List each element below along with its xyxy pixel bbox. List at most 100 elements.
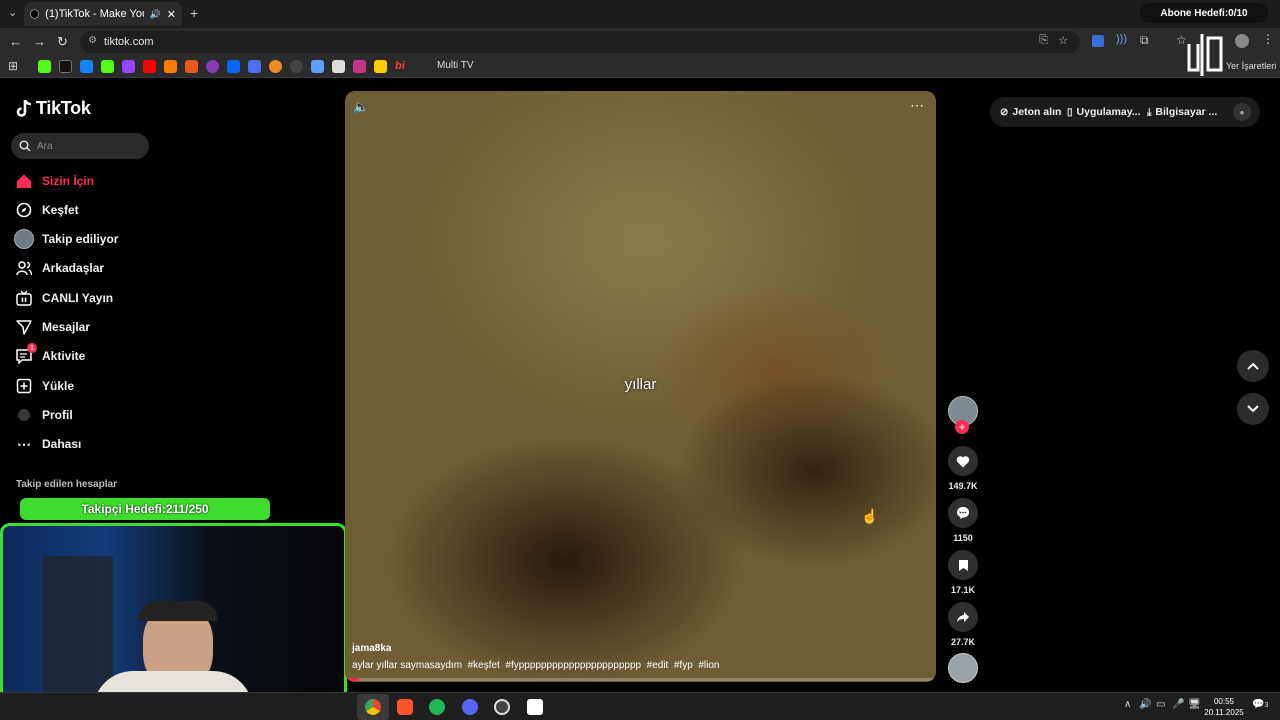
notification-count: 3 bbox=[1264, 702, 1269, 709]
channel-logo bbox=[1186, 30, 1226, 78]
translate-extension-icon[interactable] bbox=[1092, 35, 1104, 47]
sidebar-item-live[interactable]: CANLI Yayın bbox=[16, 288, 113, 308]
bookmark-star-icon[interactable]: ☆ bbox=[1058, 34, 1068, 47]
chrome-taskbar-icon[interactable] bbox=[365, 699, 381, 715]
youtube-bookmark-icon[interactable] bbox=[143, 60, 156, 73]
bi-bookmark-icon[interactable]: bi bbox=[395, 60, 408, 73]
brave-taskbar-icon[interactable] bbox=[397, 699, 413, 715]
sidebar-item-friends[interactable]: Arkadaşlar bbox=[16, 258, 104, 278]
capcut-taskbar-icon[interactable] bbox=[527, 699, 543, 715]
volume-tray-icon[interactable]: 🔊 bbox=[1139, 699, 1151, 710]
new-tab-icon[interactable]: + bbox=[190, 5, 198, 21]
kick-alt-bookmark-icon[interactable] bbox=[101, 60, 114, 73]
url-text: tiktok.com bbox=[104, 36, 154, 48]
extensions-icon[interactable]: ⧉ bbox=[1140, 33, 1149, 48]
profile-avatar[interactable] bbox=[1235, 34, 1249, 48]
browser-tab-bar: ⌄ (1)TikTok - Make Your Day 🔊 ✕ + Abone … bbox=[0, 0, 1280, 28]
multi-tv-bookmark[interactable]: Multi TV bbox=[437, 60, 474, 71]
activity-badge: 1 bbox=[27, 343, 37, 353]
search-box[interactable]: Ara bbox=[11, 133, 149, 159]
tiktok-note-icon bbox=[16, 99, 32, 117]
flask-bookmark-icon[interactable] bbox=[332, 60, 345, 73]
music-disc-avatar[interactable] bbox=[948, 653, 978, 683]
yellow-bookmark-icon[interactable] bbox=[374, 60, 387, 73]
sidebar-item-label: Yükle bbox=[42, 379, 75, 393]
site-info-icon[interactable]: ⚙ bbox=[88, 35, 97, 46]
meta-bookmark-icon[interactable] bbox=[227, 60, 240, 73]
sidebar-item-for-you[interactable]: Sizin İçin bbox=[16, 171, 94, 191]
video-options-icon[interactable]: ⋯ bbox=[910, 97, 924, 114]
notifications-icon[interactable]: 💬3 bbox=[1252, 699, 1268, 710]
close-tab-icon[interactable]: ✕ bbox=[167, 8, 176, 21]
save-button[interactable] bbox=[948, 550, 978, 580]
video-caption-text: yıllar bbox=[624, 376, 657, 393]
clock[interactable]: 00:55 20.11.2025 bbox=[1200, 696, 1248, 718]
gray-bookmark-icon[interactable] bbox=[290, 60, 303, 73]
follow-plus-icon[interactable]: + bbox=[955, 420, 969, 434]
share-icon bbox=[957, 612, 969, 622]
twitch-bookmark-icon[interactable] bbox=[122, 60, 135, 73]
sidebar-item-profile[interactable]: Profil bbox=[16, 405, 73, 425]
like-button[interactable] bbox=[948, 446, 978, 476]
video-progress-fill bbox=[345, 678, 359, 681]
next-video-button[interactable] bbox=[1237, 393, 1269, 425]
mic-tray-icon[interactable]: 🎤 bbox=[1172, 699, 1184, 710]
sidebar-item-messages[interactable]: Mesajlar bbox=[16, 317, 90, 337]
comment-button[interactable] bbox=[948, 498, 978, 528]
search-input[interactable]: Ara bbox=[37, 141, 53, 152]
back-icon[interactable]: ← bbox=[9, 34, 22, 49]
sun-bookmark-icon[interactable] bbox=[269, 60, 282, 73]
kick-bookmark-icon[interactable] bbox=[38, 60, 51, 73]
sidebar-item-label: Arkadaşlar bbox=[42, 261, 105, 275]
video-description[interactable]: aylar yıllar saymasaydım #keşfet #fypppp… bbox=[352, 660, 719, 671]
purple-bookmark-icon[interactable] bbox=[206, 60, 219, 73]
webcam-overlay bbox=[0, 523, 347, 719]
sidebar-item-label: Mesajlar bbox=[42, 320, 91, 334]
volume-icon[interactable]: 🔈 bbox=[353, 99, 369, 115]
apps-grid-icon[interactable]: ⊞ bbox=[8, 59, 18, 73]
sidebar-item-following[interactable]: Takip ediliyor bbox=[14, 229, 118, 249]
x-bookmark-icon[interactable] bbox=[59, 60, 72, 73]
home-icon bbox=[16, 173, 32, 189]
video-player[interactable]: 🔈 ⋯ yıllar jama8ka aylar yıllar saymasay… bbox=[345, 91, 936, 682]
browser-tab[interactable]: (1)TikTok - Make Your Day 🔊 ✕ bbox=[24, 2, 182, 26]
discord-taskbar-icon[interactable] bbox=[462, 699, 478, 715]
browser-menu-icon[interactable]: ⋮ bbox=[1262, 32, 1274, 46]
bookmarks-folder-label[interactable]: Yer İşaretleri bbox=[1226, 61, 1276, 71]
orange-bookmark-icon[interactable] bbox=[185, 60, 198, 73]
previous-video-button[interactable] bbox=[1237, 350, 1269, 382]
get-coins-button[interactable]: ⊘ Jeton alın bbox=[1000, 100, 1061, 124]
webcam-headphones bbox=[138, 601, 218, 621]
forward-icon[interactable]: → bbox=[33, 34, 46, 49]
star-bookmark-icon[interactable] bbox=[311, 60, 324, 73]
stream-goal-badge: Abone Hedefi:0/10 bbox=[1140, 3, 1268, 23]
audio-extension-icon[interactable]: ))) bbox=[1116, 33, 1127, 45]
desktop-app-button[interactable]: ⤓ Bilgisayar ... bbox=[1147, 100, 1217, 124]
tray-expand-icon[interactable]: ∧ bbox=[1124, 699, 1131, 710]
device-tray-icon[interactable]: ▭ bbox=[1156, 699, 1165, 710]
reload-icon[interactable]: ↻ bbox=[57, 34, 68, 50]
user-avatar[interactable]: ● bbox=[1233, 103, 1251, 121]
network-tray-icon[interactable]: 🖥 bbox=[1188, 699, 1201, 710]
install-app-icon[interactable]: ⎘ bbox=[1039, 34, 1048, 47]
instagram-bookmark-icon[interactable] bbox=[353, 60, 366, 73]
get-app-button[interactable]: ▯ Uygulamay... bbox=[1067, 100, 1141, 124]
share-button[interactable] bbox=[948, 602, 978, 632]
video-progress-track[interactable] bbox=[345, 678, 936, 681]
sidebar-item-activity[interactable]: 1 Aktivite bbox=[16, 343, 85, 366]
obs-taskbar-icon[interactable] bbox=[494, 699, 510, 715]
sidebar-item-more[interactable]: ⋯ Dahası bbox=[16, 434, 81, 454]
tiktok-logo[interactable]: TikTok bbox=[16, 98, 91, 119]
blue-bookmark-icon[interactable] bbox=[248, 60, 261, 73]
sidebar-item-label: Keşfet bbox=[42, 203, 79, 217]
sidebar-item-upload[interactable]: Yükle bbox=[16, 376, 74, 396]
spotify-taskbar-icon[interactable] bbox=[429, 699, 445, 715]
tab-list-icon[interactable]: ⌄ bbox=[8, 6, 17, 19]
extension-bookmark-icon[interactable] bbox=[164, 60, 177, 73]
sidebar-item-explore[interactable]: Keşfet bbox=[16, 200, 79, 220]
sidebar-item-label: Profil bbox=[42, 408, 73, 422]
speaker-icon[interactable]: 🔊 bbox=[150, 9, 161, 20]
url-field[interactable]: ⚙ tiktok.com ⎘ ☆ bbox=[80, 31, 1080, 53]
video-author[interactable]: jama8ka bbox=[352, 643, 391, 654]
bluesky-bookmark-icon[interactable] bbox=[80, 60, 93, 73]
